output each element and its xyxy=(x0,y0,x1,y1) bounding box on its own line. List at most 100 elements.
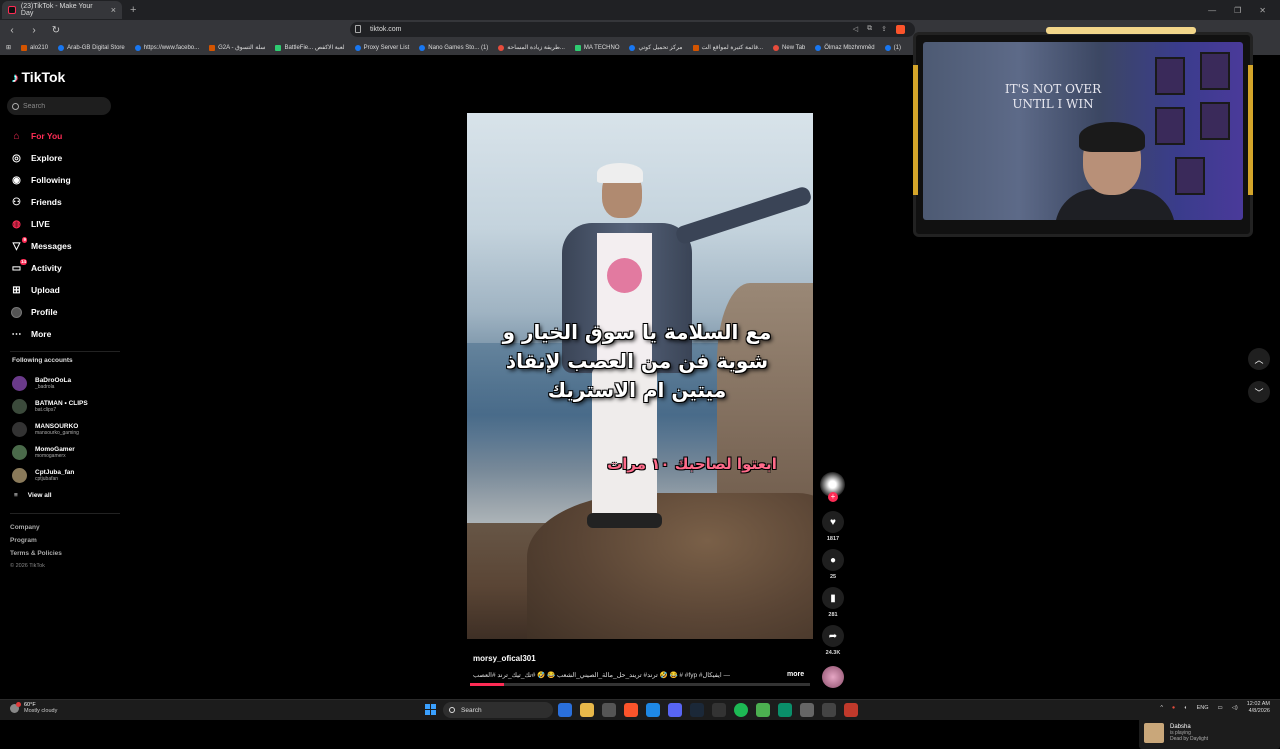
account-item[interactable]: BATMAN • CLIPS bat.clips7 xyxy=(12,395,88,418)
follow-plus-icon[interactable]: + xyxy=(828,492,838,502)
discord-icon[interactable] xyxy=(668,703,682,717)
open-external-icon[interactable]: ⧉ xyxy=(867,25,872,34)
back-icon[interactable]: ‹ xyxy=(6,25,18,36)
bookmark-item[interactable]: Ölmaz Mbzhmmêd xyxy=(815,44,875,51)
spotify-icon[interactable] xyxy=(734,703,748,717)
more-button[interactable]: more xyxy=(787,671,804,678)
address-bar-actions: ◁ ⧉ ⇪ xyxy=(853,25,905,34)
app-icon[interactable] xyxy=(844,703,858,717)
address-bar[interactable]: tiktok.com ◁ ⧉ ⇪ xyxy=(350,22,915,37)
nav-activity[interactable]: ▭ 14 Activity xyxy=(10,257,72,279)
now-playing-text: Dabsha is playing Dead by Daylight xyxy=(1170,724,1208,742)
comment-action[interactable]: ● 25 xyxy=(820,549,846,580)
apps-grid-icon[interactable]: ⊞ xyxy=(6,44,11,51)
steam-icon[interactable] xyxy=(690,703,704,717)
share-arrow-icon[interactable]: ➦ xyxy=(822,625,844,647)
bookmark-item[interactable]: New Tab xyxy=(773,44,805,51)
nav-profile[interactable]: Profile xyxy=(10,301,72,323)
previous-video-button[interactable]: ︿ xyxy=(1248,348,1270,370)
nav-following[interactable]: ◉ Following xyxy=(10,169,72,191)
mute-site-icon[interactable]: ◁ xyxy=(853,25,858,34)
windows-start-icon[interactable] xyxy=(425,704,436,715)
video-author[interactable]: morsy_ofical301 xyxy=(473,654,536,663)
bookmark-item[interactable]: MA TECHNO xyxy=(574,44,619,51)
comment-icon[interactable]: ● xyxy=(822,549,844,571)
video-player[interactable]: مع السلامة يا سوق الخيار و شوية فن من ال… xyxy=(467,113,813,639)
close-window-icon[interactable]: ✕ xyxy=(1259,6,1266,15)
bookmark-item[interactable]: Proxy Server List xyxy=(354,44,409,51)
store-icon[interactable] xyxy=(602,703,616,717)
nav-live[interactable]: ◍ LIVE xyxy=(10,213,72,235)
minimize-icon[interactable]: — xyxy=(1208,6,1216,15)
sound-disc-icon[interactable] xyxy=(822,666,844,688)
next-video-button[interactable]: ﹀ xyxy=(1248,381,1270,403)
bookmark-item[interactable]: قائمة كتيرة لمواقع الت... xyxy=(692,44,763,51)
like-action[interactable]: ♥ 1817 xyxy=(820,511,846,542)
bookmark-item[interactable]: alo210 xyxy=(21,44,48,51)
footer-company-link[interactable]: Company xyxy=(10,524,62,531)
settings-icon[interactable] xyxy=(800,703,814,717)
nav-messages[interactable]: ▽ 9 Messages xyxy=(10,235,72,257)
nav-for-you[interactable]: ⌂ For You xyxy=(10,125,72,147)
video-progress-bar[interactable] xyxy=(470,683,810,686)
nav-friends[interactable]: ⚇ Friends xyxy=(10,191,72,213)
account-item[interactable]: MomoGamer momogamerx xyxy=(12,441,88,464)
reload-icon[interactable]: ↻ xyxy=(50,25,62,36)
bookmark-item[interactable]: طريقة زيادة المساحة... xyxy=(498,44,565,51)
heart-icon[interactable]: ♥ xyxy=(822,511,844,533)
wifi-icon[interactable]: ▭ xyxy=(1217,705,1222,711)
forward-icon[interactable]: › xyxy=(28,25,40,36)
search-input[interactable] xyxy=(23,102,103,110)
nav-upload[interactable]: ⊞ Upload xyxy=(10,279,72,301)
bookmark-item[interactable]: BattleFie... لعبة الاكفص xyxy=(275,44,345,51)
brave-icon[interactable] xyxy=(624,703,638,717)
tiktok-logo[interactable]: ♪ TikTok xyxy=(12,69,65,85)
language[interactable]: ENG xyxy=(1197,705,1209,711)
tray-app-icon[interactable]: ◐ xyxy=(1184,705,1187,711)
chevron-up-icon[interactable]: ^ xyxy=(1160,705,1163,711)
app-icon[interactable] xyxy=(778,703,792,717)
footer-program-link[interactable]: Program xyxy=(10,537,62,544)
creator-avatar[interactable]: + xyxy=(820,472,845,502)
tray-app-icon[interactable]: ● xyxy=(1172,705,1175,711)
tab-close-icon[interactable]: × xyxy=(111,5,116,15)
bookmark-item[interactable]: (1) xyxy=(884,44,901,51)
account-item[interactable]: BaDroOoLa _badrola xyxy=(12,372,88,395)
account-item[interactable]: CptJuba_fan cptjubafan xyxy=(12,464,88,487)
nav-label: Friends xyxy=(31,197,62,207)
nav-more[interactable]: ⋯ More xyxy=(10,323,72,345)
new-tab-button[interactable]: + xyxy=(130,4,136,16)
weather-widget[interactable]: 60°F Mostly cloudy xyxy=(10,701,57,714)
volume-icon[interactable]: ◁) xyxy=(1232,705,1238,711)
account-item[interactable]: MANSOURKO mansourko_gaming xyxy=(12,418,88,441)
file-explorer-icon[interactable] xyxy=(580,703,594,717)
save-action[interactable]: ▮ 281 xyxy=(820,587,846,618)
obs-icon[interactable] xyxy=(712,703,726,717)
view-all-button[interactable]: ≡ View all xyxy=(14,492,52,499)
bookmark-icon[interactable]: ▮ xyxy=(822,587,844,609)
clock[interactable]: 12:02 AM 4/8/2026 xyxy=(1247,701,1270,715)
avatar xyxy=(12,422,27,437)
app-icon[interactable] xyxy=(822,703,836,717)
bookmark-item[interactable]: مركز تحميل كوتي xyxy=(629,44,683,51)
browser-tab[interactable]: (23)TikTok - Make Your Day × xyxy=(2,1,122,19)
upload-icon: ⊞ xyxy=(12,284,21,296)
task-view-icon[interactable] xyxy=(558,703,572,717)
taskbar-search[interactable]: Search xyxy=(443,702,553,718)
chrome-icon[interactable] xyxy=(756,703,770,717)
bookmark-page-icon[interactable] xyxy=(355,25,361,33)
edge-icon[interactable] xyxy=(646,703,660,717)
bookmark-item[interactable]: https://www.facebo... xyxy=(134,44,199,51)
brave-shields-icon[interactable] xyxy=(896,25,905,34)
bookmark-item[interactable]: G2A - سلة التسوق xyxy=(209,44,265,51)
nav-explore[interactable]: ◎ Explore xyxy=(10,147,72,169)
like-count: 1817 xyxy=(826,536,840,542)
webcam-feed: IT'S NOT OVER UNTIL I WIN xyxy=(923,42,1243,220)
maximize-icon[interactable]: ❐ xyxy=(1234,6,1241,15)
bookmark-item[interactable]: Arab-GB Digital Store xyxy=(58,44,125,51)
share-action[interactable]: ➦ 24.3K xyxy=(820,625,846,656)
footer-terms-link[interactable]: Terms & Policies xyxy=(10,550,62,557)
bookmark-item[interactable]: Nano Games Sto... (1) xyxy=(419,44,488,51)
share-icon[interactable]: ⇪ xyxy=(881,25,887,34)
search-box[interactable] xyxy=(7,97,111,115)
